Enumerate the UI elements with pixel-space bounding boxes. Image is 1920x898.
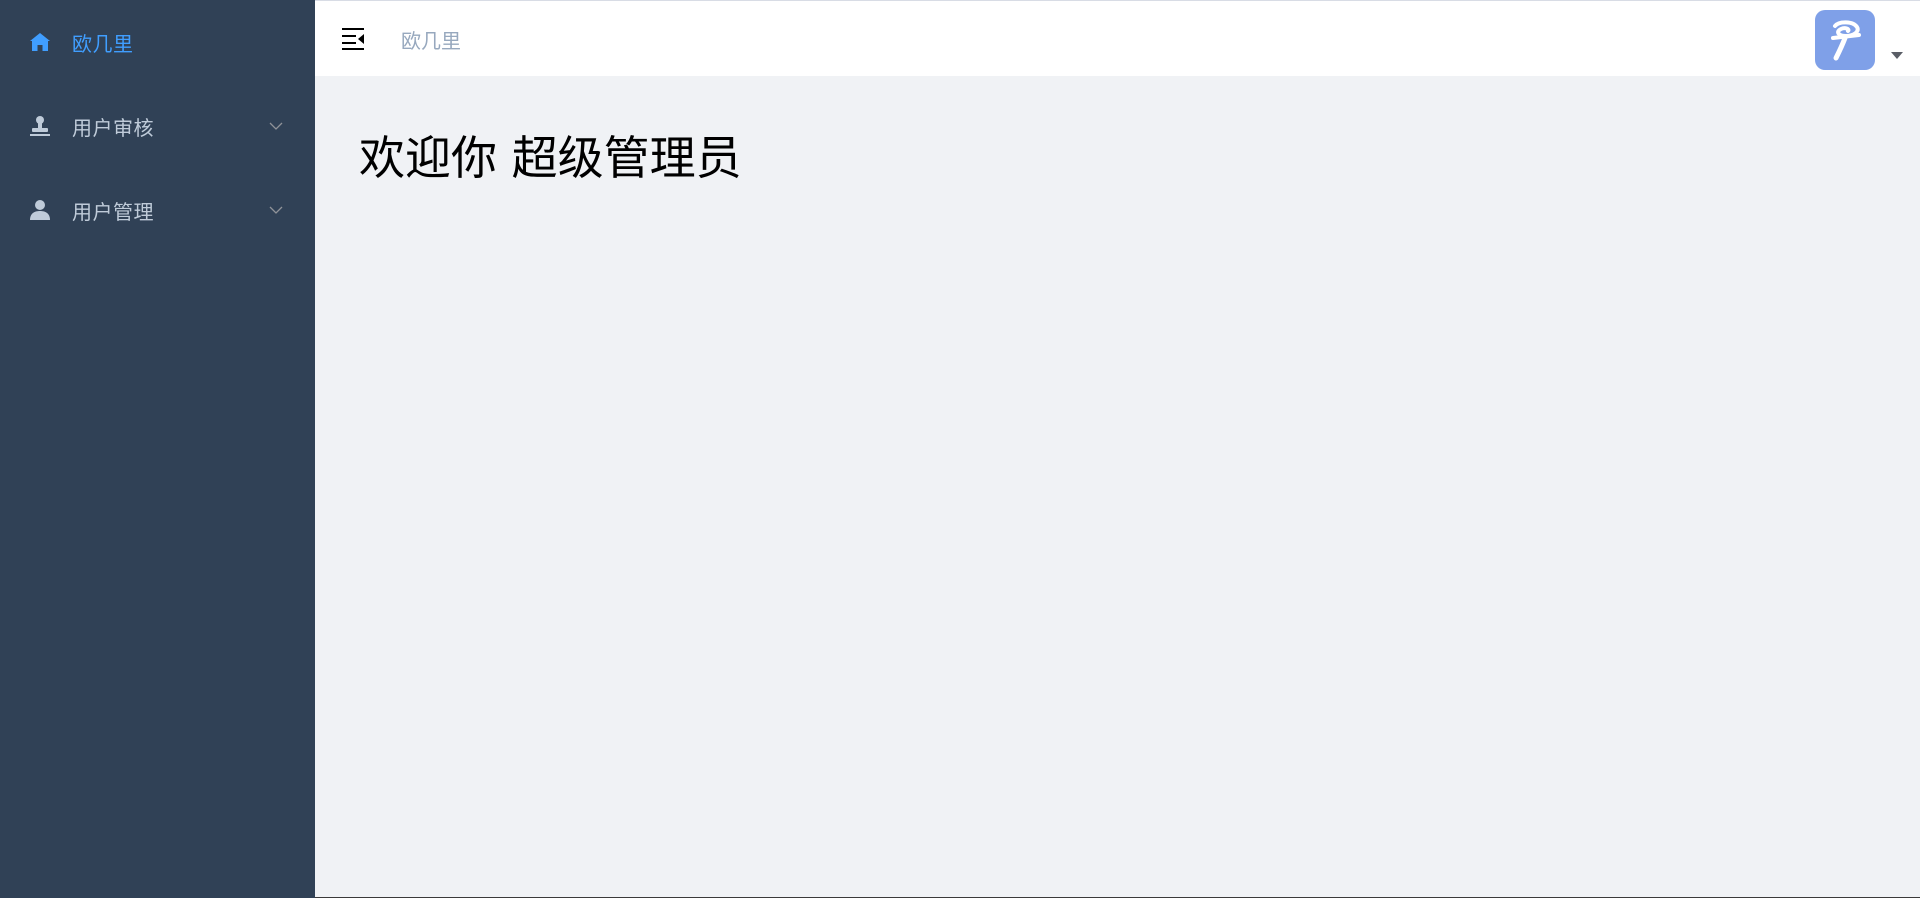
avatar[interactable] <box>1815 10 1875 70</box>
home-icon <box>28 30 52 54</box>
sidebar-item-user-management[interactable]: 用户管理 <box>0 168 315 252</box>
stamp-icon <box>28 114 52 138</box>
user-icon <box>28 198 52 222</box>
sidebar-item-user-review[interactable]: 用户审核 <box>0 84 315 168</box>
brand-logo-icon <box>1831 20 1861 61</box>
sidebar-item-home[interactable]: 欧几里 <box>0 0 315 84</box>
sidebar-item-label: 用户管理 <box>72 199 154 224</box>
caret-down-icon[interactable] <box>1891 52 1903 59</box>
chevron-down-icon[interactable] <box>268 202 284 218</box>
sidebar-item-label: 欧几里 <box>72 31 134 56</box>
content: 欢迎你 超级管理员 <box>315 76 1920 897</box>
menu-fold-icon[interactable] <box>340 25 368 51</box>
welcome-heading: 欢迎你 超级管理员 <box>359 131 742 185</box>
sidebar: 欧几里 用户审核 用户管理 <box>0 0 315 898</box>
chevron-down-icon[interactable] <box>268 118 284 134</box>
breadcrumb: 欧几里 <box>401 29 461 53</box>
navbar: 欧几里 <box>315 1 1920 76</box>
app-root: 欧几里 用户审核 用户管理 欧几里 欢迎你 超级管理员 <box>0 0 1920 898</box>
sidebar-item-label: 用户审核 <box>72 115 154 140</box>
main-area: 欧几里 欢迎你 超级管理员 <box>315 0 1920 898</box>
